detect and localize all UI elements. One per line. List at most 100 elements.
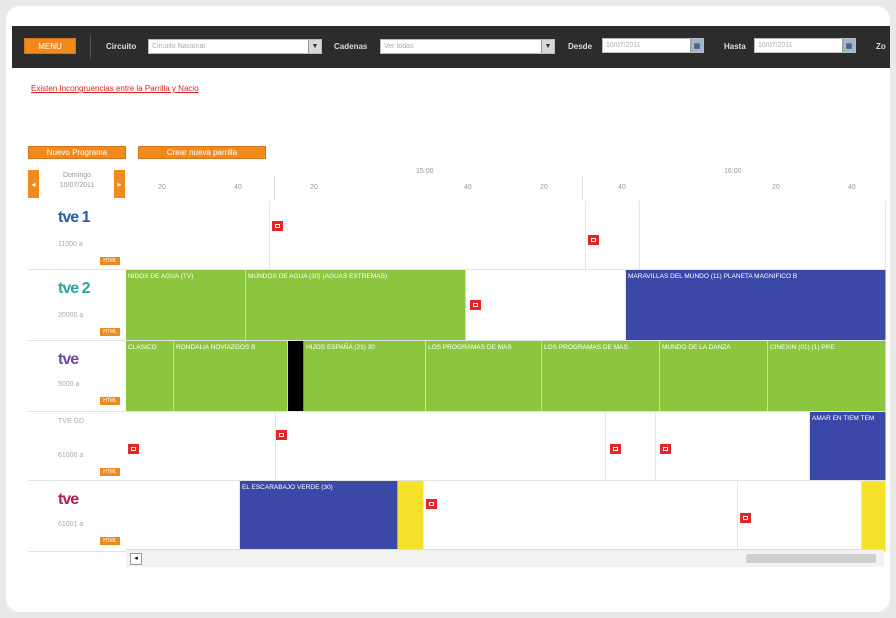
schedule-row <box>126 201 886 270</box>
menu-button[interactable]: MENU <box>24 38 76 54</box>
channel-html-button[interactable]: HTML <box>100 468 120 476</box>
hour-tick <box>274 176 275 200</box>
toolbar-divider <box>90 35 91 59</box>
program-block[interactable]: CLASICO <box>126 341 174 411</box>
minute-label: 40 <box>234 184 242 191</box>
channel-tve-int: tve 61001 a HTML <box>28 481 126 552</box>
program-block[interactable] <box>276 412 606 480</box>
scrollbar-thumb[interactable] <box>746 554 876 563</box>
channel-tve2: tve 2 20000 a HTML <box>28 270 126 341</box>
incongruence-marker-icon[interactable] <box>272 221 283 231</box>
prev-day-arrow-icon[interactable]: ◂ <box>28 170 39 198</box>
program-block[interactable]: NIDOS DE AGUA (TV) <box>126 270 246 340</box>
horizontal-scrollbar[interactable]: ◂ <box>126 549 884 567</box>
channel-tvegd: TVE GD 61000 a HTML <box>28 412 126 481</box>
minute-label: 40 <box>618 184 626 191</box>
program-block[interactable] <box>862 481 886 551</box>
date-navigator: ◂ Domingo 10/07/2011 ▸ <box>28 168 126 201</box>
program-block[interactable]: MUNDOS DE AGUA (30) (AGUAS EXTREMAS) <box>246 270 466 340</box>
hour-tick <box>582 176 583 200</box>
channel-logo: tve <box>58 491 79 508</box>
minute-label: 20 <box>540 184 548 191</box>
incongruence-marker-icon[interactable] <box>610 444 621 454</box>
channel-logo: tve 2 <box>58 280 90 297</box>
schedule-row: NIDOS DE AGUA (TV) MUNDOS DE AGUA (30) (… <box>126 270 886 341</box>
incongruence-marker-icon[interactable] <box>740 513 751 523</box>
incongruence-warning-link[interactable]: Existen Incongruencias entre la Parrilla… <box>31 84 199 93</box>
calendar-icon[interactable]: ▦ <box>690 39 703 52</box>
incongruence-marker-icon[interactable] <box>128 444 139 454</box>
schedule-row: CLASICO RONDALIA NOVIAZGOS B HIJOS ESPAÑ… <box>126 341 886 412</box>
channel-tve: tve 5000 a HTML <box>28 341 126 412</box>
cadenas-label: Cadenas <box>334 42 368 51</box>
chevron-down-icon[interactable]: ▼ <box>308 40 321 53</box>
hour-label: 16:00 <box>724 168 742 175</box>
timeline-ruler: 15:00 16:00 20 40 20 40 20 40 20 40 <box>126 168 886 202</box>
cadenas-value: Ver todas <box>384 43 414 50</box>
next-day-arrow-icon[interactable]: ▸ <box>114 170 125 198</box>
program-block[interactable] <box>126 201 270 269</box>
date-weekday: Domingo <box>62 172 91 179</box>
channel-logo: tve <box>58 351 79 368</box>
schedule-row: AMAR EN TIEM TEM <box>126 412 886 481</box>
app-window: MENU Circuito Circuito Nacional ▼ Cadena… <box>6 6 890 612</box>
hasta-label: Hasta <box>724 42 746 51</box>
channel-share: 20000 a <box>58 312 84 319</box>
program-block[interactable]: HIJOS ESPAÑA (21) 30 <box>304 341 426 411</box>
scroll-left-arrow-icon[interactable]: ◂ <box>130 553 142 565</box>
hasta-date-input[interactable]: 10/07/2011 ▦ <box>754 38 856 53</box>
program-block[interactable] <box>466 270 626 340</box>
program-block[interactable]: MARAVILLAS DEL MUNDO (11) PLANETA MAGNIF… <box>626 270 886 340</box>
program-block[interactable]: LOS PROGRAMAS DE MAS <box>426 341 542 411</box>
schedule-row: EL ESCARABAJO VERDE (30) <box>126 481 886 552</box>
chevron-down-icon[interactable]: ▼ <box>541 40 554 53</box>
date-value: 10/07/2011 <box>59 182 95 189</box>
program-block[interactable] <box>126 412 276 480</box>
create-grid-button[interactable]: Crear nueva parrilla <box>138 146 266 159</box>
circuito-value: Circuito Nacional <box>152 43 205 50</box>
channel-html-button[interactable]: HTML <box>100 537 120 545</box>
desde-value: 10/07/2011 <box>606 42 641 49</box>
channel-share: 5000 a <box>58 381 80 388</box>
incongruence-marker-icon[interactable] <box>470 300 481 310</box>
program-block[interactable] <box>270 201 586 269</box>
channel-html-button[interactable]: HTML <box>100 257 120 265</box>
channel-logo: TVE GD <box>58 418 85 425</box>
channel-html-button[interactable]: HTML <box>100 328 120 336</box>
incongruence-marker-icon[interactable] <box>276 430 287 440</box>
zoom-label: Zo <box>876 42 886 51</box>
channel-html-button[interactable]: HTML <box>100 397 120 405</box>
program-block[interactable] <box>424 481 738 551</box>
minute-label: 20 <box>772 184 780 191</box>
cadenas-select[interactable]: Ver todas ▼ <box>380 39 555 54</box>
program-block[interactable]: EL ESCARABAJO VERDE (30) <box>240 481 398 551</box>
incongruence-marker-icon[interactable] <box>588 235 599 245</box>
channel-share: 11000 a <box>58 241 83 248</box>
hasta-value: 10/07/2011 <box>758 42 793 49</box>
channel-logo: tve 1 <box>58 209 90 226</box>
channel-share: 61000 a <box>58 452 84 459</box>
incongruence-marker-icon[interactable] <box>426 499 437 509</box>
program-block[interactable]: LOS PROGRAMAS DE MAS <box>542 341 660 411</box>
circuito-label: Circuito <box>106 42 137 51</box>
program-block[interactable] <box>126 481 240 551</box>
channel-share: 61001 a <box>58 521 84 528</box>
circuito-select[interactable]: Circuito Nacional ▼ <box>148 39 322 54</box>
desde-date-input[interactable]: 10/07/2011 ▦ <box>602 38 704 53</box>
program-block[interactable]: AMAR EN TIEM TEM <box>810 412 886 480</box>
program-block[interactable] <box>288 341 304 411</box>
program-block[interactable]: MUNDO DE LA DANZA <box>660 341 768 411</box>
minute-label: 20 <box>310 184 318 191</box>
program-block[interactable]: CINEXIN (01) (1) PRE <box>768 341 886 411</box>
incongruence-marker-icon[interactable] <box>660 444 671 454</box>
program-block[interactable] <box>398 481 424 551</box>
program-block[interactable] <box>738 481 862 551</box>
minute-label: 20 <box>158 184 166 191</box>
program-block[interactable] <box>656 412 810 480</box>
program-block[interactable]: RONDALIA NOVIAZGOS B <box>174 341 288 411</box>
new-program-button[interactable]: Nuevo Programa <box>28 146 126 159</box>
calendar-icon[interactable]: ▦ <box>842 39 855 52</box>
hour-label: 15:00 <box>416 168 434 175</box>
program-block[interactable] <box>640 201 886 269</box>
minute-label: 40 <box>848 184 856 191</box>
